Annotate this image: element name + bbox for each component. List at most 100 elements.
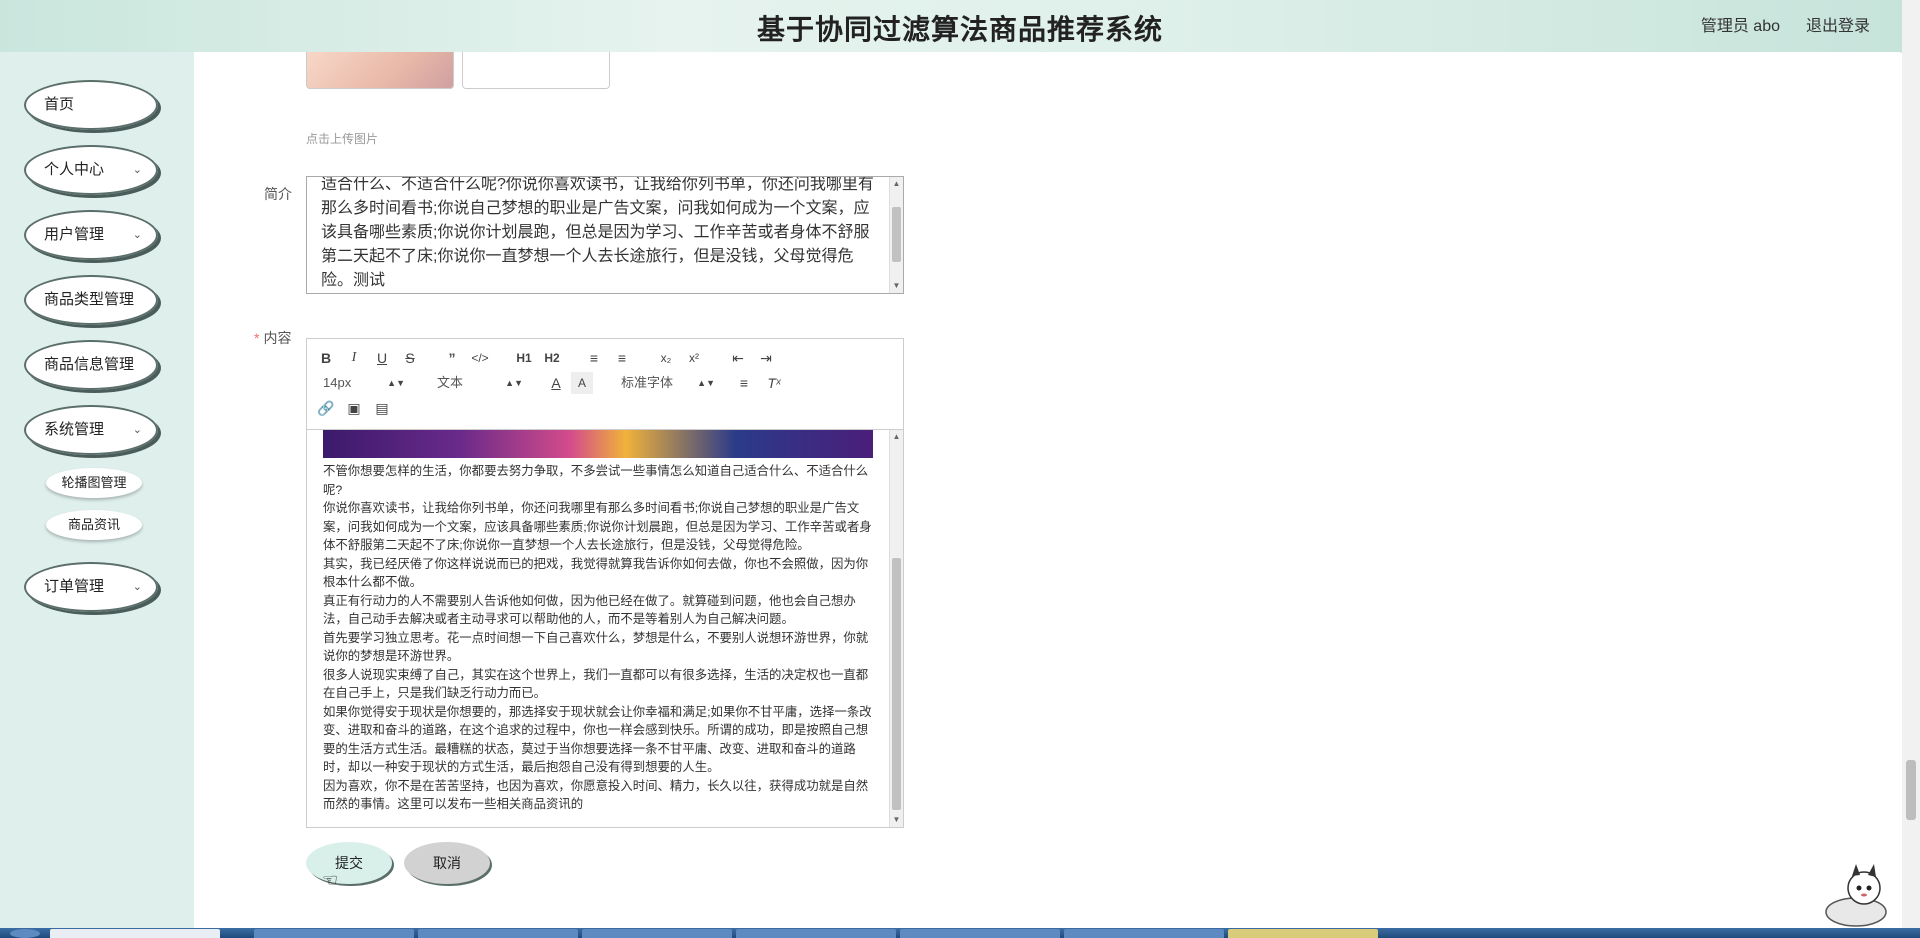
sidebar-item-home[interactable]: 首页 <box>24 80 158 130</box>
editor-content[interactable]: 不管你想要怎样的生活，你都要去努力争取，不多尝试一些事情怎么知道自己适合什么、不… <box>307 430 891 827</box>
bullet-list-icon[interactable]: ≡ <box>611 347 633 369</box>
mouse-cursor-icon: ☜ <box>322 870 339 890</box>
sidebar-subitem-carousel-management[interactable]: 轮播图管理 <box>46 468 142 498</box>
sidebar-item-label: 商品信息管理 <box>44 356 135 373</box>
intro-label: 简介 <box>264 186 292 202</box>
scroll-down-icon[interactable]: ▼ <box>890 813 903 827</box>
heading2-icon[interactable]: H2 <box>541 347 563 369</box>
background-color-icon[interactable]: A <box>571 372 593 394</box>
chevron-down-icon: ⌄ <box>132 164 142 176</box>
editor-paragraph: 你说你喜欢读书，让我给你列书单，你还问我哪里有那么多时间看书;你说自己梦想的职业… <box>323 501 872 552</box>
sidebar-item-label: 系统管理 <box>44 421 105 438</box>
editor-text: 不管你想要怎样的生活，你都要去努力争取，不多尝试一些事情怎么知道自己适合什么、不… <box>323 462 879 814</box>
taskbar-app[interactable] <box>900 929 1060 938</box>
scroll-thumb[interactable] <box>892 207 901 262</box>
scroll-thumb[interactable] <box>892 558 901 810</box>
paragraph-style-value: 文本 <box>437 375 464 390</box>
sidebar-item-order-management[interactable]: 订单管理 ⌄ <box>24 562 158 612</box>
align-icon[interactable]: ≡ <box>733 372 755 394</box>
scroll-down-icon[interactable]: ▼ <box>890 279 903 293</box>
submit-button[interactable]: 提交 <box>306 842 392 884</box>
editor-embedded-image <box>323 430 873 458</box>
logout-link[interactable]: 退出登录 <box>1806 12 1870 36</box>
taskbar-app[interactable] <box>418 929 578 938</box>
editor-toolbar: B I U S ” </> H1 H2 ≡ ≡ x₂ x² ⇤ ⇥ 14px ▲… <box>307 339 903 430</box>
sidebar-subitem-product-news[interactable]: 商品资讯 <box>46 510 142 540</box>
font-size-value: 14px <box>323 375 352 390</box>
link-icon[interactable]: 🔗 <box>315 397 337 419</box>
sidebar-item-personal-center[interactable]: 个人中心 ⌄ <box>24 145 158 195</box>
blockquote-icon[interactable]: ” <box>441 347 463 369</box>
chevron-down-icon: ⌄ <box>132 229 142 241</box>
taskbar-app[interactable] <box>254 929 414 938</box>
content-label: * 内容 <box>254 328 291 348</box>
image-icon[interactable]: ▣ <box>343 397 365 419</box>
taskbar-app[interactable] <box>50 929 220 938</box>
editor-paragraph: 首先要学习独立思考。花一点时间想一下自己喜欢什么，梦想是什么，不要别人说想环游世… <box>323 630 869 664</box>
font-color-icon[interactable]: A <box>545 372 567 394</box>
scroll-up-icon[interactable]: ▲ <box>890 430 903 444</box>
sidebar-item-label: 用户管理 <box>44 226 105 243</box>
intro-textarea[interactable]: 适合什么、不适合什么呢?你说你喜欢读书，让我给你列书单，你还问我哪里有那么多时间… <box>306 176 904 294</box>
ordered-list-icon[interactable]: ≡ <box>583 347 605 369</box>
font-size-select[interactable]: 14px ▲▼ <box>323 372 405 394</box>
page-scroll-thumb[interactable] <box>1906 760 1916 820</box>
intro-text: 适合什么、不适合什么呢?你说你喜欢读书，让我给你列书单，你还问我哪里有那么多时间… <box>321 176 874 289</box>
top-header: 基于协同过滤算法商品推荐系统 管理员 abo 退出登录 <box>0 0 1920 53</box>
current-user-label: 管理员 abo <box>1700 18 1780 35</box>
select-caret-icon: ▲▼ <box>697 378 715 388</box>
video-icon[interactable]: ▤ <box>371 397 393 419</box>
sidebar-item-label: 首页 <box>44 96 75 113</box>
taskbar-app-active[interactable] <box>1228 929 1378 938</box>
clear-format-icon[interactable]: Tˣ <box>763 372 785 394</box>
editor-paragraph: 真正有行动力的人不需要别人告诉他如何做，因为他已经在做了。就算碰到问题，他也会自… <box>323 593 856 627</box>
indent-icon[interactable]: ⇥ <box>755 347 777 369</box>
rich-text-editor[interactable]: B I U S ” </> H1 H2 ≡ ≡ x₂ x² ⇤ ⇥ 14px ▲… <box>306 338 904 828</box>
image-upload-slot[interactable] <box>462 52 610 89</box>
heading1-icon[interactable]: H1 <box>513 347 535 369</box>
taskbar-app[interactable] <box>582 929 732 938</box>
main-form-area: 点击上传图片 简介 适合什么、不适合什么呢?你说你喜欢读书，让我给你列书单，你还… <box>194 52 1900 928</box>
sidebar-item-user-management[interactable]: 用户管理 ⌄ <box>24 210 158 260</box>
sidebar-item-label: 商品类型管理 <box>44 291 135 308</box>
app-title: 基于协同过滤算法商品推荐系统 <box>756 14 1163 45</box>
cancel-button[interactable]: 取消 <box>404 842 490 884</box>
outdent-icon[interactable]: ⇤ <box>727 347 749 369</box>
content-label-text: 内容 <box>263 330 292 346</box>
sidebar-item-label: 订单管理 <box>44 578 105 595</box>
superscript-icon[interactable]: x² <box>683 347 705 369</box>
subscript-icon[interactable]: x₂ <box>655 347 677 369</box>
start-button[interactable] <box>10 929 40 938</box>
editor-paragraph: 很多人说现实束缚了自己，其实在这个世界上，我们一直都可以有很多选择，生活的决定权… <box>323 667 869 701</box>
os-taskbar <box>0 928 1920 938</box>
uploaded-image-thumbnail[interactable] <box>306 52 454 89</box>
intro-scrollbar[interactable]: ▲ ▼ <box>889 177 903 293</box>
taskbar-app[interactable] <box>1064 929 1224 938</box>
bold-icon[interactable]: B <box>315 347 337 369</box>
italic-icon[interactable]: I <box>343 347 365 369</box>
editor-paragraph: 其实，我已经厌倦了你这样说说而已的把戏，我觉得就算我告诉你如何去做，你也不会照做… <box>323 556 869 590</box>
required-mark: * <box>254 330 260 346</box>
chevron-down-icon: ⌄ <box>132 581 142 593</box>
editor-paragraph: 如果你觉得安于现状是你想要的，那选择安于现状就会让你幸福和满足;如果你不甘平庸，… <box>323 704 872 775</box>
sidebar-item-product-type-management[interactable]: 商品类型管理 <box>24 275 158 325</box>
paragraph-style-select[interactable]: 文本 ▲▼ <box>437 372 523 394</box>
sidebar-item-system-management[interactable]: 系统管理 ⌄ <box>24 405 158 455</box>
upload-tip: 点击上传图片 <box>306 132 379 146</box>
page-scrollbar[interactable] <box>1902 0 1920 928</box>
strikethrough-icon[interactable]: S <box>399 347 421 369</box>
chevron-down-icon: ⌄ <box>132 424 142 436</box>
sidebar-item-label: 个人中心 <box>44 161 105 178</box>
font-family-value: 标准字体 <box>621 375 674 390</box>
sidebar-item-product-info-management[interactable]: 商品信息管理 <box>24 340 158 390</box>
font-family-select[interactable]: 标准字体 ▲▼ <box>621 372 715 394</box>
editor-scrollbar[interactable]: ▲ ▼ <box>889 430 903 827</box>
editor-paragraph: 因为喜欢，你不是在苦苦坚持，也因为喜欢，你愿意投入时间、精力，长久以往，获得成功… <box>323 778 869 812</box>
underline-icon[interactable]: U <box>371 347 393 369</box>
select-caret-icon: ▲▼ <box>505 378 523 388</box>
code-block-icon[interactable]: </> <box>469 347 491 369</box>
scroll-up-icon[interactable]: ▲ <box>890 177 903 191</box>
cat-mascot-icon <box>1825 864 1887 927</box>
taskbar-app[interactable] <box>736 929 896 938</box>
editor-paragraph: 不管你想要怎样的生活，你都要去努力争取，不多尝试一些事情怎么知道自己适合什么、不… <box>323 464 869 497</box>
